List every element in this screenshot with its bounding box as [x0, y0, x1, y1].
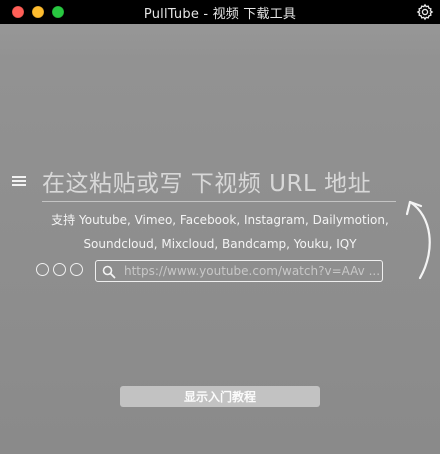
close-window-button[interactable]	[12, 6, 24, 18]
url-input[interactable]	[124, 264, 382, 278]
supported-sites-line-1: 支持 Youtube, Vimeo, Facebook, Instagram, …	[51, 213, 389, 227]
hamburger-menu-icon[interactable]	[12, 176, 26, 186]
option-dot-1[interactable]	[36, 263, 49, 276]
show-tutorial-button[interactable]: 显示入门教程	[120, 386, 320, 407]
paste-url-headline: 在这粘贴或写 下视频 URL 地址	[42, 171, 372, 197]
supported-sites-text: 支持 Youtube, Vimeo, Facebook, Instagram, …	[40, 208, 400, 256]
zoom-window-button[interactable]	[52, 6, 64, 18]
search-icon	[102, 264, 116, 279]
supported-sites-line-2: Soundcloud, Mixcloud, Bandcamp, Youku, I…	[83, 237, 357, 251]
headline-divider	[42, 201, 396, 202]
option-dot-3[interactable]	[70, 263, 83, 276]
gear-icon[interactable]	[416, 3, 434, 21]
app-window: PullTube - 视频 下载工具 在这粘贴或写 下视频 URL 地址 支持 …	[0, 0, 440, 454]
url-search-box[interactable]	[95, 260, 383, 282]
window-title: PullTube - 视频 下载工具	[143, 6, 297, 22]
option-dot-2[interactable]	[53, 263, 66, 276]
minimize-window-button[interactable]	[32, 6, 44, 18]
title-bar: PullTube - 视频 下载工具	[0, 0, 440, 24]
option-dots[interactable]	[36, 263, 83, 276]
curved-arrow-icon	[400, 192, 440, 284]
